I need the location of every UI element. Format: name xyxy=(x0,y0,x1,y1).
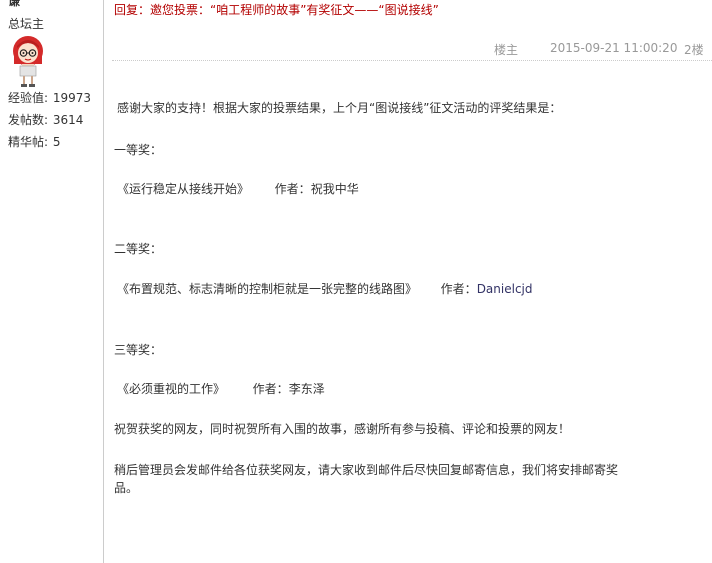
stat-label: 经验值: xyxy=(8,91,49,105)
second-prize-line: 《布置规范、标志清晰的控制柜就是一张完整的线路图》 作者：Danielcjd xyxy=(117,280,533,298)
floor-number[interactable]: 2楼 xyxy=(684,41,704,58)
stat-posts: 发帖数: 3614 xyxy=(8,111,83,128)
author-tag: 楼主 xyxy=(494,43,519,57)
post-title-link[interactable]: 回复：邀您投票：“咱工程师的故事”有奖征文——“图说接线” xyxy=(114,1,439,18)
stat-value: 5 xyxy=(52,135,61,149)
stat-label: 发帖数: xyxy=(8,113,49,127)
second-prize-entry: 《布置规范、标志清晰的控制柜就是一张完整的线路图》 xyxy=(117,282,418,296)
username[interactable]: 谦 xyxy=(8,0,20,9)
third-prize-author: 李东泽 xyxy=(288,382,325,396)
first-prize-entry: 《运行稳定从接线开始》 xyxy=(117,182,250,196)
stat-experience: 经验值: 19973 xyxy=(8,89,91,106)
user-role: 总坛主 xyxy=(8,17,45,31)
second-prize-label: 二等奖： xyxy=(114,242,163,256)
congrats-text: 祝贺获奖的网友，同时祝贺所有入围的故事，感谢所有参与投稿、评论和投票的网友！ xyxy=(114,422,571,436)
third-prize-entry: 《必须重视的工作》 xyxy=(117,382,226,396)
post-timestamp: 2015-09-21 11:00:20 xyxy=(550,41,678,55)
stat-label: 精华帖: xyxy=(8,135,49,149)
intro-text: 感谢大家的支持！根据大家的投票结果，上个月“图说接线”征文活动的评奖结果是： xyxy=(117,101,562,115)
third-prize-line: 《必须重视的工作》 作者：李东泽 xyxy=(117,380,325,398)
avatar[interactable] xyxy=(8,34,48,88)
first-prize-author-label: 作者： xyxy=(274,182,311,196)
first-prize-label: 一等奖： xyxy=(114,143,163,157)
first-prize-line: 《运行稳定从接线开始》 作者：祝我中华 xyxy=(117,180,359,198)
post-divider xyxy=(112,60,712,61)
second-prize-author: Danielcjd xyxy=(476,282,533,296)
third-prize-author-label: 作者： xyxy=(252,382,289,396)
stat-value: 3614 xyxy=(52,113,84,127)
stat-value: 19973 xyxy=(52,91,92,105)
stat-featured: 精华帖: 5 xyxy=(8,133,61,150)
first-prize-author: 祝我中华 xyxy=(310,182,359,196)
second-prize-author-label: 作者： xyxy=(440,282,477,296)
closing-text: 稍后管理员会发邮件给各位获奖网友，请大家收到邮件后尽快回复邮寄信息，我们将安排邮… xyxy=(114,463,619,495)
user-sidebar: 谦 总坛主 经验值: 19973 发帖数: 3614 精华帖: 5 xyxy=(0,0,104,563)
third-prize-label: 三等奖： xyxy=(114,343,163,357)
